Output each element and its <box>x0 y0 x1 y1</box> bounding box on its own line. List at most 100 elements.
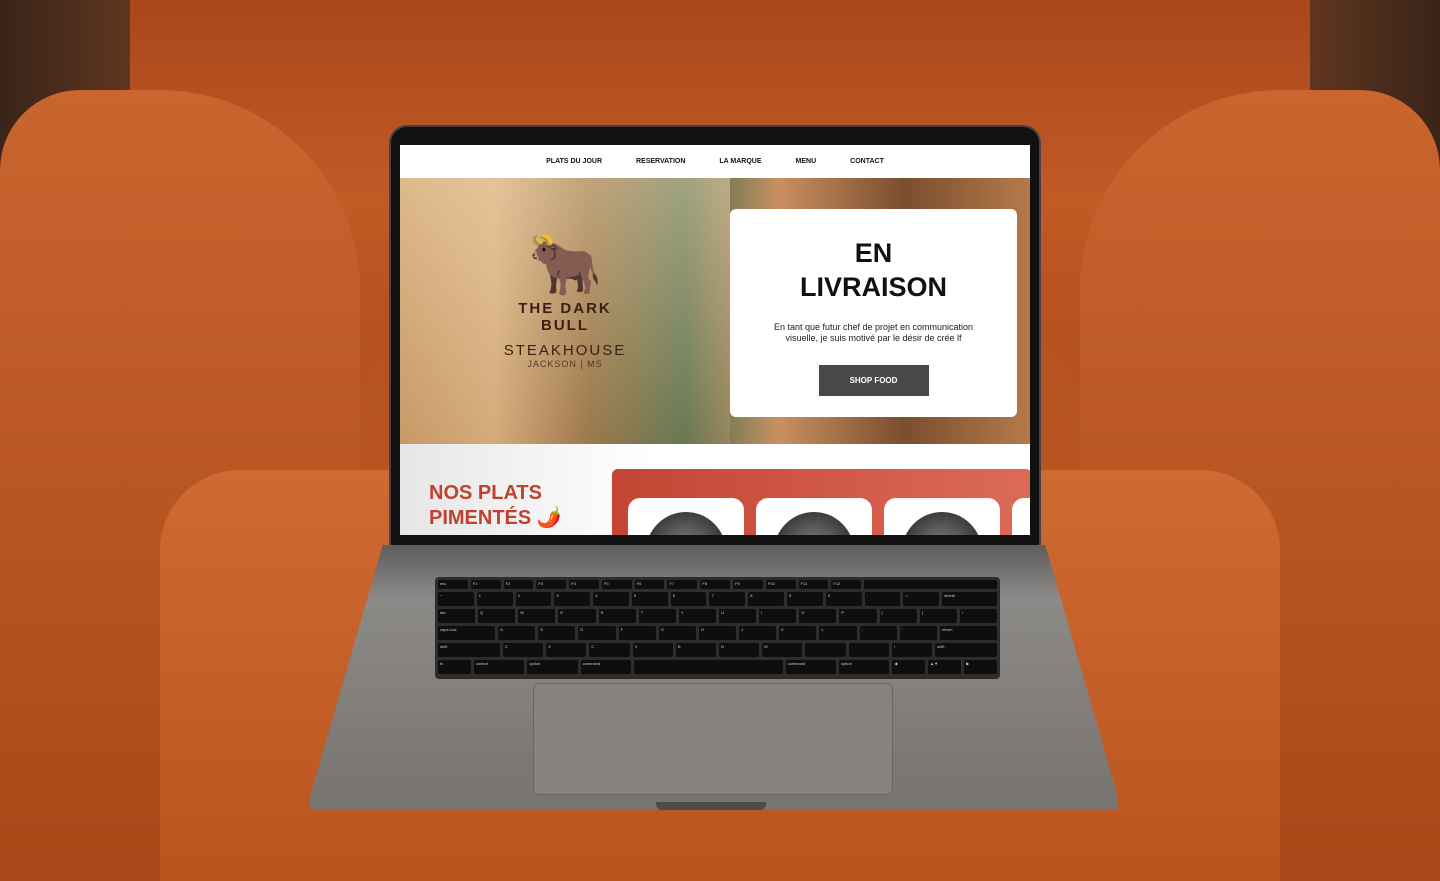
key[interactable]: shift <box>438 643 500 657</box>
key[interactable]: R <box>598 609 636 623</box>
key[interactable]: K <box>779 626 817 640</box>
nav-la-marque[interactable]: LA MARQUE <box>719 158 761 165</box>
key[interactable]: tab <box>438 609 476 623</box>
key[interactable]: Q <box>478 609 516 623</box>
key[interactable]: A <box>498 626 536 640</box>
key[interactable]: F9 <box>733 580 763 589</box>
section-title-line1: NOS PLATS <box>429 482 542 504</box>
key[interactable]: ~ <box>438 592 474 606</box>
key[interactable]: E <box>558 609 596 623</box>
nav-menu[interactable]: MENU <box>796 158 817 165</box>
chili-pepper-icon: 🌶️ <box>536 507 562 529</box>
dish-card[interactable] <box>756 498 872 535</box>
nav-reservation[interactable]: RESERVATION <box>636 158 685 165</box>
key[interactable]: F8 <box>700 580 731 589</box>
trackpad[interactable] <box>533 683 893 795</box>
key[interactable]: ▶ <box>964 660 998 674</box>
key[interactable]: return <box>939 626 998 640</box>
key[interactable]: F <box>618 626 656 640</box>
section-title-line2: PIMENTÉS <box>429 507 532 529</box>
nav-plats-du-jour[interactable]: PLATS DU JOUR <box>546 158 602 165</box>
key[interactable]: M <box>762 643 803 657</box>
key[interactable]: Z <box>502 643 544 657</box>
key[interactable]: \ <box>959 609 997 623</box>
key[interactable]: esc <box>438 580 468 589</box>
dish-card[interactable] <box>628 498 744 535</box>
key[interactable]: F7 <box>667 580 698 589</box>
key[interactable]: - <box>864 592 901 606</box>
key[interactable]: F6 <box>634 580 665 589</box>
key[interactable]: F3 <box>536 580 567 589</box>
nav-contact[interactable]: CONTACT <box>850 158 884 165</box>
key[interactable]: V <box>632 643 673 657</box>
key[interactable] <box>633 660 783 674</box>
key[interactable]: C <box>589 643 630 657</box>
hero-banner: 🐂 THE DARK BULL STEAKHOUSE JACKSON | MS … <box>400 178 1030 444</box>
hero-title-line2: LIVRAISON <box>799 272 947 302</box>
key[interactable]: L <box>819 626 857 640</box>
key[interactable]: ; <box>859 626 897 640</box>
key[interactable]: fn <box>438 660 471 674</box>
key[interactable]: . <box>848 643 889 657</box>
laptop-notch <box>656 802 766 810</box>
key[interactable]: N <box>719 643 760 657</box>
key[interactable]: S <box>538 626 576 640</box>
key[interactable]: command <box>785 660 836 674</box>
key[interactable]: F2 <box>503 580 534 589</box>
key[interactable]: 8 <box>748 592 785 606</box>
dish-card[interactable] <box>1012 498 1030 535</box>
key[interactable]: 1 <box>476 592 513 606</box>
spicy-section: NOS PLATS PIMENTÉS 🌶️ <box>400 444 1030 535</box>
key[interactable]: caps lock <box>438 626 496 640</box>
key[interactable]: ◀ <box>892 660 926 674</box>
key[interactable]: option <box>527 660 578 674</box>
key[interactable]: D <box>578 626 616 640</box>
key[interactable]: [ <box>879 609 917 623</box>
bull-head-icon: 🐂 <box>527 231 603 298</box>
key[interactable]: 5 <box>631 592 668 606</box>
shop-food-button[interactable]: SHOP FOOD <box>818 365 929 396</box>
key[interactable]: U <box>718 609 757 623</box>
key[interactable]: G <box>658 626 696 640</box>
key[interactable]: ▲▼ <box>928 660 962 674</box>
key[interactable]: control <box>473 660 525 674</box>
key[interactable]: I <box>759 609 797 623</box>
key[interactable]: delete <box>942 592 997 606</box>
key[interactable]: option <box>838 660 890 674</box>
key[interactable]: F5 <box>601 580 632 589</box>
key[interactable]: ' <box>899 626 937 640</box>
key[interactable]: F4 <box>569 580 599 589</box>
key[interactable]: = <box>903 592 940 606</box>
key[interactable]: 2 <box>515 592 552 606</box>
key[interactable]: ] <box>919 609 957 623</box>
dish-card[interactable] <box>884 498 1000 535</box>
key[interactable] <box>864 580 998 589</box>
keyboard-row: esc F1 F2 F3 F4 F5 F6 F7 F8 F9 F10 F11 F12 <box>438 580 998 589</box>
key[interactable]: F10 <box>765 580 796 589</box>
dishes-carousel <box>612 469 1030 535</box>
hero-title: EN LIVRAISON <box>730 236 1017 304</box>
key[interactable]: F11 <box>798 580 829 589</box>
key[interactable]: 4 <box>593 592 629 606</box>
key[interactable]: 0 <box>825 592 862 606</box>
key[interactable]: B <box>675 643 717 657</box>
key[interactable]: 7 <box>709 592 746 606</box>
key[interactable]: 6 <box>670 592 707 606</box>
key[interactable]: W <box>518 609 556 623</box>
key[interactable]: , <box>805 643 846 657</box>
key[interactable]: T <box>638 609 676 623</box>
key[interactable]: F1 <box>470 580 501 589</box>
key[interactable]: X <box>546 643 587 657</box>
key[interactable]: F12 <box>831 580 862 589</box>
key[interactable]: H <box>698 626 737 640</box>
key[interactable]: P <box>839 609 877 623</box>
key[interactable]: O <box>799 609 837 623</box>
key[interactable]: Y <box>678 609 716 623</box>
key[interactable]: command <box>580 660 631 674</box>
key[interactable]: J <box>739 626 777 640</box>
key[interactable]: shift <box>935 643 998 657</box>
key[interactable]: 3 <box>554 592 591 606</box>
section-title: NOS PLATS PIMENTÉS 🌶️ <box>429 481 562 531</box>
key[interactable]: 9 <box>787 592 823 606</box>
key[interactable]: / <box>891 643 933 657</box>
